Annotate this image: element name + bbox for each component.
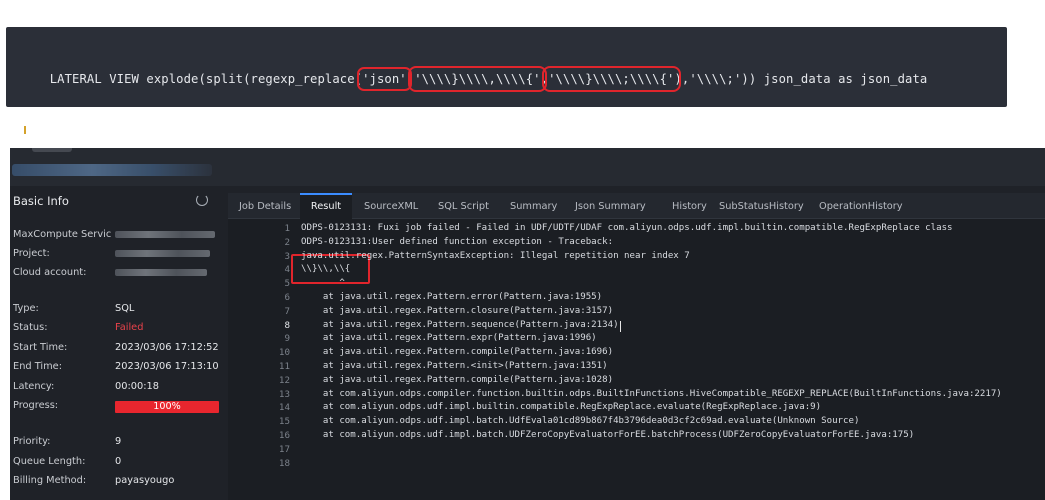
line-number: 6	[284, 292, 290, 303]
line-number: 9	[284, 333, 290, 345]
tab-result[interactable]: Result	[300, 193, 352, 219]
result-line: at com.aliyun.odps.compiler.function.bui…	[301, 388, 1002, 399]
line-number: 12	[278, 374, 290, 386]
progress-bar: 100%	[115, 401, 219, 413]
result-line: at com.aliyun.odps.udf.impl.batch.UdfEva…	[301, 416, 860, 427]
snippet-part: ,	[540, 72, 549, 86]
tab-history[interactable]: History	[672, 193, 707, 219]
line-number: 3	[284, 250, 290, 262]
result-editor[interactable]: 1 ODPS-0123131: Fuxi job failed - Failed …	[228, 220, 1045, 500]
snippet-highlight-pattern: '\\\\}\\\\,\\\\{'	[408, 66, 547, 92]
line-number: 2	[284, 236, 290, 248]
label-latency: Latency:	[13, 381, 55, 392]
tab-bar: Job Details Result SourceXML SQL Script …	[228, 193, 1045, 219]
refresh-icon[interactable]	[196, 194, 208, 206]
value-status: Failed	[115, 322, 144, 333]
basic-info-panel: Basic Info MaxCompute Servic Project: Cl…	[10, 186, 224, 500]
result-line: \\}\\,\\{	[301, 264, 351, 275]
snippet-part: LATERAL VIEW explode(split(regexp_replac…	[49, 72, 363, 86]
result-line: at java.util.regex.Pattern.expr(Pattern.…	[301, 333, 597, 344]
line-number: 10	[278, 347, 290, 359]
label-project: Project:	[13, 248, 50, 259]
blurred-cloud-account-value	[115, 269, 207, 276]
blurred-project-value	[115, 250, 210, 257]
result-line: at java.util.regex.Pattern.compile(Patte…	[301, 347, 614, 358]
line-number: 18	[278, 457, 290, 469]
tab-summary[interactable]: Summary	[510, 193, 557, 219]
tab-operationhistory[interactable]: OperationHistory	[819, 193, 903, 219]
line-number: 17	[278, 443, 290, 455]
value-start-time: 2023/03/06 17:12:52	[115, 342, 219, 353]
line-number: 1	[284, 223, 290, 234]
blurred-header-text	[32, 148, 72, 152]
console-header	[10, 148, 1045, 186]
result-line: ODPS-0123131:User defined function excep…	[301, 236, 614, 247]
editor-cursor-mark	[24, 126, 26, 134]
job-console: Basic Info MaxCompute Servic Project: Cl…	[10, 148, 1045, 500]
blurred-service-value	[115, 231, 215, 238]
result-line: ODPS-0123131: Fuxi job failed - Failed i…	[301, 223, 953, 233]
progress-text: 100%	[153, 401, 181, 412]
line-number: 14	[278, 402, 290, 414]
label-maxcompute-service: MaxCompute Servic	[13, 229, 112, 240]
result-line: at com.aliyun.odps.udf.impl.builtin.comp…	[301, 402, 822, 413]
line-number: 11	[278, 361, 290, 372]
line-number: 15	[278, 416, 290, 428]
value-billing-method: payasyougo	[115, 475, 175, 486]
text-cursor	[620, 320, 622, 332]
snippet-part: ),'\\\\;')) json_data as json_data	[674, 72, 928, 86]
line-number: 5	[284, 278, 290, 290]
line-number: 16	[278, 430, 290, 441]
label-progress: Progress:	[13, 400, 59, 411]
label-queue-length: Queue Length:	[13, 456, 86, 467]
line-number: 8	[284, 319, 290, 331]
sql-snippet: LATERAL VIEW explode(split(regexp_replac…	[6, 27, 1007, 134]
blurred-job-id	[12, 164, 212, 176]
value-latency: 00:00:18	[115, 381, 159, 392]
result-line: at java.util.regex.Pattern.closure(Patte…	[301, 305, 614, 316]
tab-sourcexml[interactable]: SourceXML	[364, 193, 418, 219]
result-line: at com.aliyun.odps.udf.impl.batch.UDFZer…	[301, 430, 915, 440]
line-number: 13	[278, 388, 290, 400]
result-line: java.util.regex.PatternSyntaxException: …	[301, 250, 690, 261]
tab-substatushistory[interactable]: SubStatusHistory	[719, 193, 804, 219]
result-line: at java.util.regex.Pattern.compile(Patte…	[301, 374, 614, 385]
label-start-time: Start Time:	[13, 342, 68, 353]
label-billing-method: Billing Method:	[13, 475, 87, 486]
value-end-time: 2023/03/06 17:13:10	[115, 361, 219, 372]
basic-info-title: Basic Info	[13, 194, 69, 208]
tab-sql-script[interactable]: SQL Script	[438, 193, 489, 219]
result-line: at java.util.regex.Pattern.sequence(Patt…	[301, 319, 619, 330]
result-line: at java.util.regex.Pattern.error(Pattern…	[301, 292, 603, 302]
line-number: 7	[284, 305, 290, 317]
sql-snippet-line: LATERAL VIEW explode(split(regexp_replac…	[20, 58, 927, 100]
label-status: Status:	[13, 322, 48, 333]
label-type: Type:	[13, 303, 39, 314]
value-priority: 9	[115, 436, 122, 447]
snippet-highlight-replacement: '\\\\}\\\\;\\\\{'	[542, 66, 681, 92]
result-panel: Job Details Result SourceXML SQL Script …	[228, 193, 1045, 500]
label-end-time: End Time:	[13, 361, 63, 372]
result-line: ^	[301, 278, 345, 289]
label-priority: Priority:	[13, 436, 51, 447]
label-cloud-account: Cloud account:	[13, 267, 87, 278]
tab-job-details[interactable]: Job Details	[239, 193, 291, 219]
value-queue-length: 0	[115, 456, 122, 467]
value-type: SQL	[115, 303, 135, 314]
result-line: at java.util.regex.Pattern.<init>(Patter…	[301, 361, 608, 371]
tab-json-summary[interactable]: Json Summary	[575, 193, 646, 219]
snippet-highlight-json: 'json'	[357, 67, 412, 91]
line-number: 4	[284, 264, 290, 276]
